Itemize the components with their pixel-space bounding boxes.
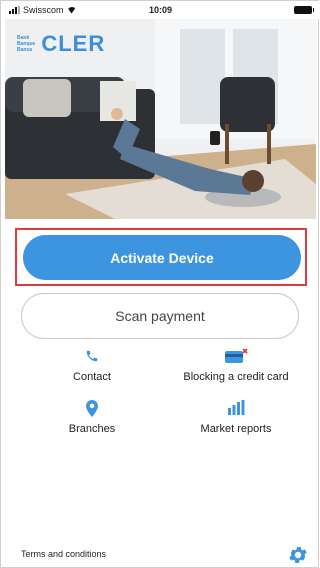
battery-icon: [294, 6, 314, 14]
clock: 10:09: [148, 5, 173, 15]
phone-icon: [85, 347, 99, 365]
footer: Terms and conditions: [1, 539, 320, 568]
shortcut-blocking-card[interactable]: Blocking a credit card: [161, 347, 311, 383]
terms-link[interactable]: Terms and conditions: [21, 549, 106, 559]
status-bar: Swisscom 10:09: [1, 1, 320, 19]
shortcut-label: Market reports: [200, 423, 272, 435]
shortcut-label: Blocking a credit card: [183, 371, 289, 383]
activate-highlight-box: Activate Device: [15, 228, 307, 286]
app-screen: Swisscom 10:09 Bank Banque Banca CLER Ac…: [0, 0, 320, 568]
shortcut-market-reports[interactable]: Market reports: [161, 399, 311, 435]
gear-icon[interactable]: [287, 544, 309, 566]
location-pin-icon: [86, 399, 98, 417]
activate-device-button[interactable]: Activate Device: [23, 235, 301, 280]
brand-subtitle: Bank Banque Banca: [17, 35, 36, 53]
brand-logo: Bank Banque Banca CLER: [17, 31, 105, 57]
shortcut-contact[interactable]: Contact: [17, 347, 167, 383]
brand-name: CLER: [41, 31, 106, 56]
shortcut-label: Branches: [68, 423, 116, 435]
credit-card-block-icon: [224, 347, 248, 365]
shortcut-label: Contact: [73, 371, 111, 383]
bar-chart-icon: [227, 399, 245, 417]
hero-image: Bank Banque Banca CLER: [5, 19, 316, 219]
shortcut-branches[interactable]: Branches: [17, 399, 167, 435]
scan-payment-button[interactable]: Scan payment: [21, 293, 299, 339]
